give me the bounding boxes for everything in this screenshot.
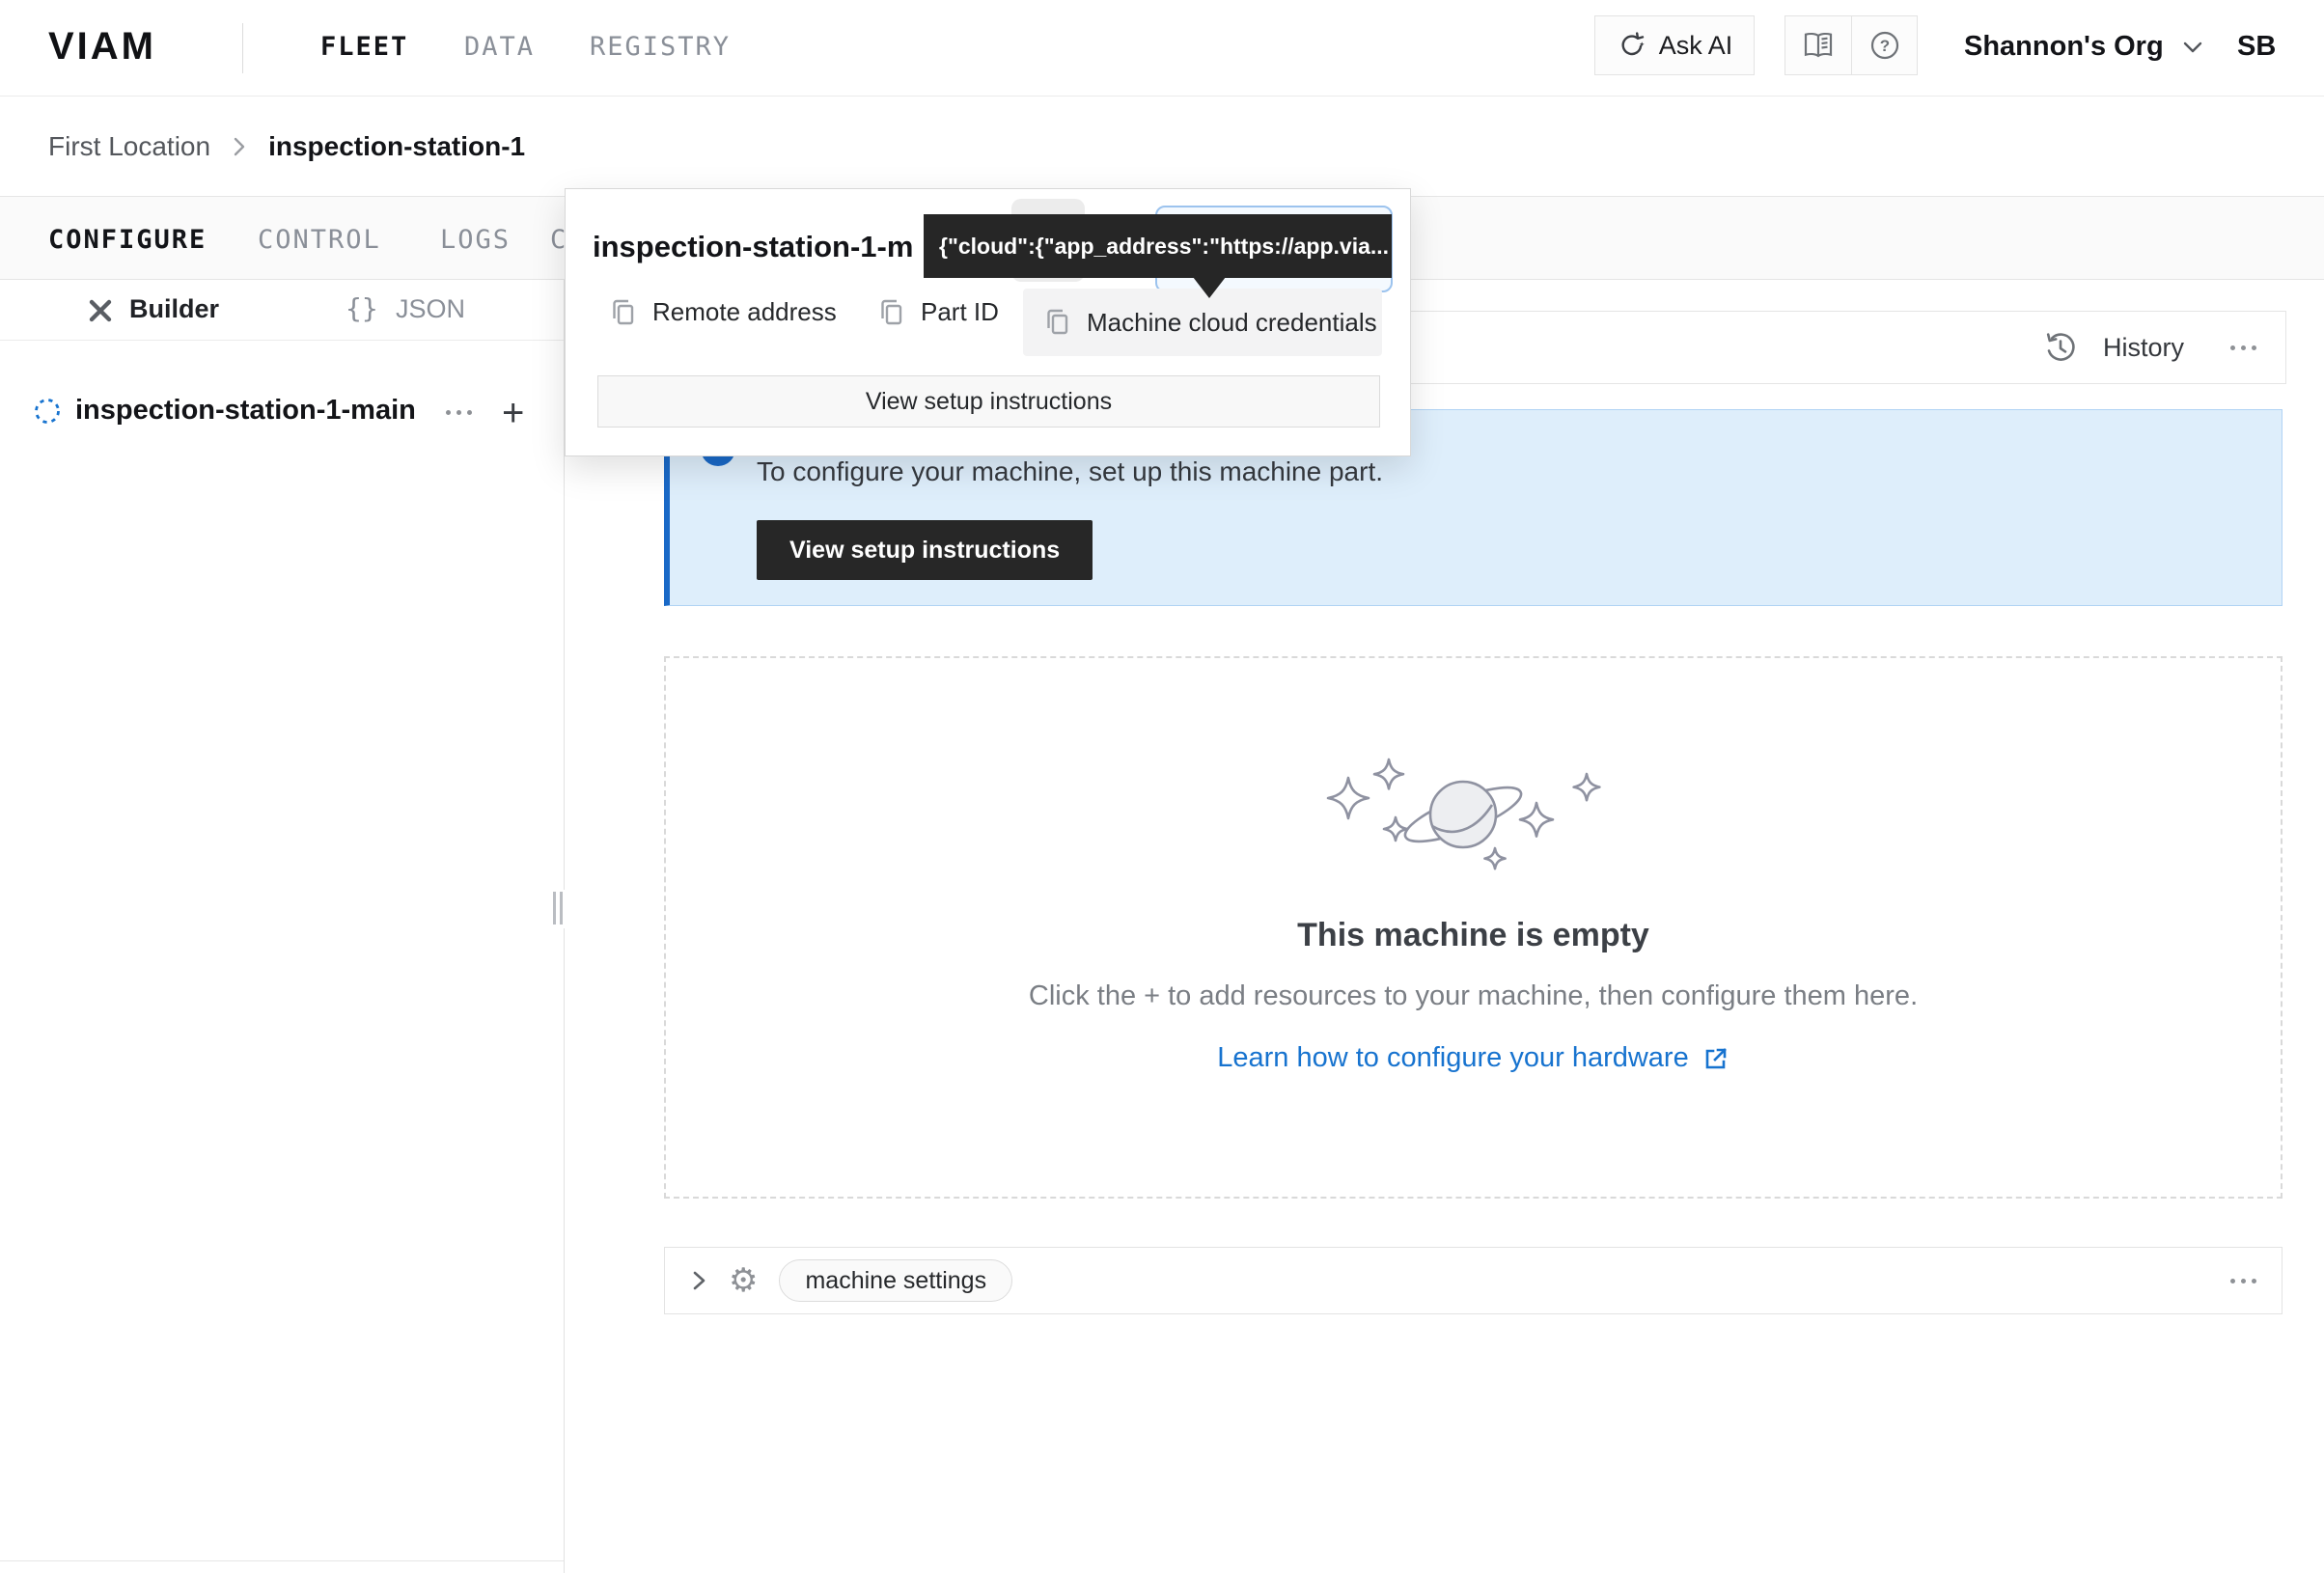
- copy-remote-address-button[interactable]: Remote address: [610, 297, 837, 327]
- question-mark-icon: ?: [1868, 29, 1901, 62]
- empty-state-subtitle: Click the + to add resources to your mac…: [666, 980, 2281, 1012]
- tab-configure[interactable]: CONFIGURE: [48, 225, 207, 255]
- copy-icon: [1044, 308, 1071, 337]
- view-setup-instructions-button[interactable]: View setup instructions: [757, 520, 1093, 580]
- ask-ai-label: Ask AI: [1659, 31, 1733, 61]
- book-icon: [1802, 30, 1835, 61]
- copy-machine-cloud-credentials-button[interactable]: Machine cloud credentials: [1023, 289, 1382, 356]
- empty-machine-panel: This machine is empty Click the + to add…: [664, 656, 2282, 1199]
- chevron-right-icon: [232, 134, 247, 159]
- breadcrumb: First Location inspection-station-1: [48, 97, 525, 196]
- popup-view-setup-instructions-button[interactable]: View setup instructions: [597, 375, 1380, 428]
- chevron-down-icon: [2181, 40, 2204, 55]
- org-name: Shannon's Org: [1964, 31, 2164, 63]
- part-name-title[interactable]: inspection-station-1-m: [593, 230, 913, 264]
- part-card-menu-icon[interactable]: [2230, 345, 2256, 350]
- machine-settings-section[interactable]: ⚙ machine settings: [664, 1247, 2282, 1314]
- expand-chevron-icon: [690, 1267, 707, 1294]
- part-awaiting-setup-icon: [33, 397, 62, 426]
- machine-settings-pill: machine settings: [779, 1259, 1012, 1302]
- sidebar-part-item[interactable]: inspection-station-1-main +: [0, 384, 564, 440]
- learn-hardware-link-label: Learn how to configure your hardware: [1217, 1042, 1688, 1074]
- ask-ai-button[interactable]: Ask AI: [1594, 15, 1755, 75]
- credentials-tooltip: {"cloud":{"app_address":"https://app.via…: [924, 214, 1392, 278]
- json-mode-button[interactable]: JSON: [396, 294, 465, 324]
- empty-state-title: This machine is empty: [666, 917, 2281, 954]
- nav-fleet[interactable]: FLEET: [320, 32, 408, 62]
- org-switcher[interactable]: Shannon's Org: [1964, 31, 2204, 63]
- nav-data[interactable]: DATA: [464, 32, 535, 62]
- viam-app-window: VIAM FLEET DATA REGISTRY Ask AI: [0, 0, 2324, 1573]
- banner-message: To configure your machine, set up this m…: [757, 456, 1383, 487]
- gear-icon: ⚙: [729, 1264, 758, 1297]
- copy-machine-cloud-credentials-label: Machine cloud credentials: [1087, 308, 1377, 338]
- breadcrumb-machine-name: inspection-station-1: [268, 131, 525, 162]
- machine-settings-menu-icon[interactable]: [2230, 1279, 2256, 1283]
- ask-ai-icon: [1617, 30, 1647, 61]
- user-avatar[interactable]: SB: [2237, 31, 2276, 63]
- history-button[interactable]: History: [2103, 333, 2184, 363]
- learn-hardware-link[interactable]: Learn how to configure your hardware: [666, 1042, 2281, 1074]
- planet-sparkles-illustration: [1314, 726, 1633, 885]
- help-button[interactable]: ?: [1851, 16, 1917, 74]
- add-resource-button[interactable]: +: [502, 392, 524, 435]
- config-mode-toggle: Builder {} JSON: [0, 280, 564, 341]
- tab-control[interactable]: CONTROL: [258, 225, 381, 255]
- top-nav-bar: VIAM FLEET DATA REGISTRY Ask AI: [0, 0, 2324, 97]
- copy-icon: [878, 298, 905, 327]
- builder-tools-icon: [85, 295, 116, 326]
- json-braces-icon: {}: [346, 292, 378, 324]
- tooltip-caret: [1193, 277, 1226, 298]
- sidebar-bottom-divider: [0, 1560, 564, 1561]
- history-clock-icon: [2043, 330, 2078, 365]
- viam-logo[interactable]: VIAM: [48, 25, 156, 69]
- docs-button[interactable]: [1785, 16, 1851, 74]
- sidebar-resize-handle[interactable]: [550, 890, 566, 928]
- builder-mode-button[interactable]: Builder: [129, 294, 219, 324]
- help-button-group: ?: [1784, 15, 1918, 75]
- machine-header-row: First Location inspection-station-1 Awai…: [0, 97, 2324, 196]
- nav-registry[interactable]: REGISTRY: [590, 32, 731, 62]
- tab-logs[interactable]: LOGS: [440, 225, 511, 255]
- svg-text:?: ?: [1879, 37, 1889, 55]
- external-link-icon: [1702, 1045, 1729, 1072]
- part-menu-icon[interactable]: [446, 410, 472, 415]
- sidebar-part-name: inspection-station-1-main: [75, 395, 416, 427]
- copy-icon: [610, 298, 637, 327]
- copy-remote-address-label: Remote address: [652, 297, 837, 327]
- copy-part-id-button[interactable]: Part ID: [878, 297, 999, 327]
- copy-part-id-label: Part ID: [921, 297, 999, 327]
- breadcrumb-location[interactable]: First Location: [48, 131, 210, 162]
- header-divider: [242, 23, 243, 73]
